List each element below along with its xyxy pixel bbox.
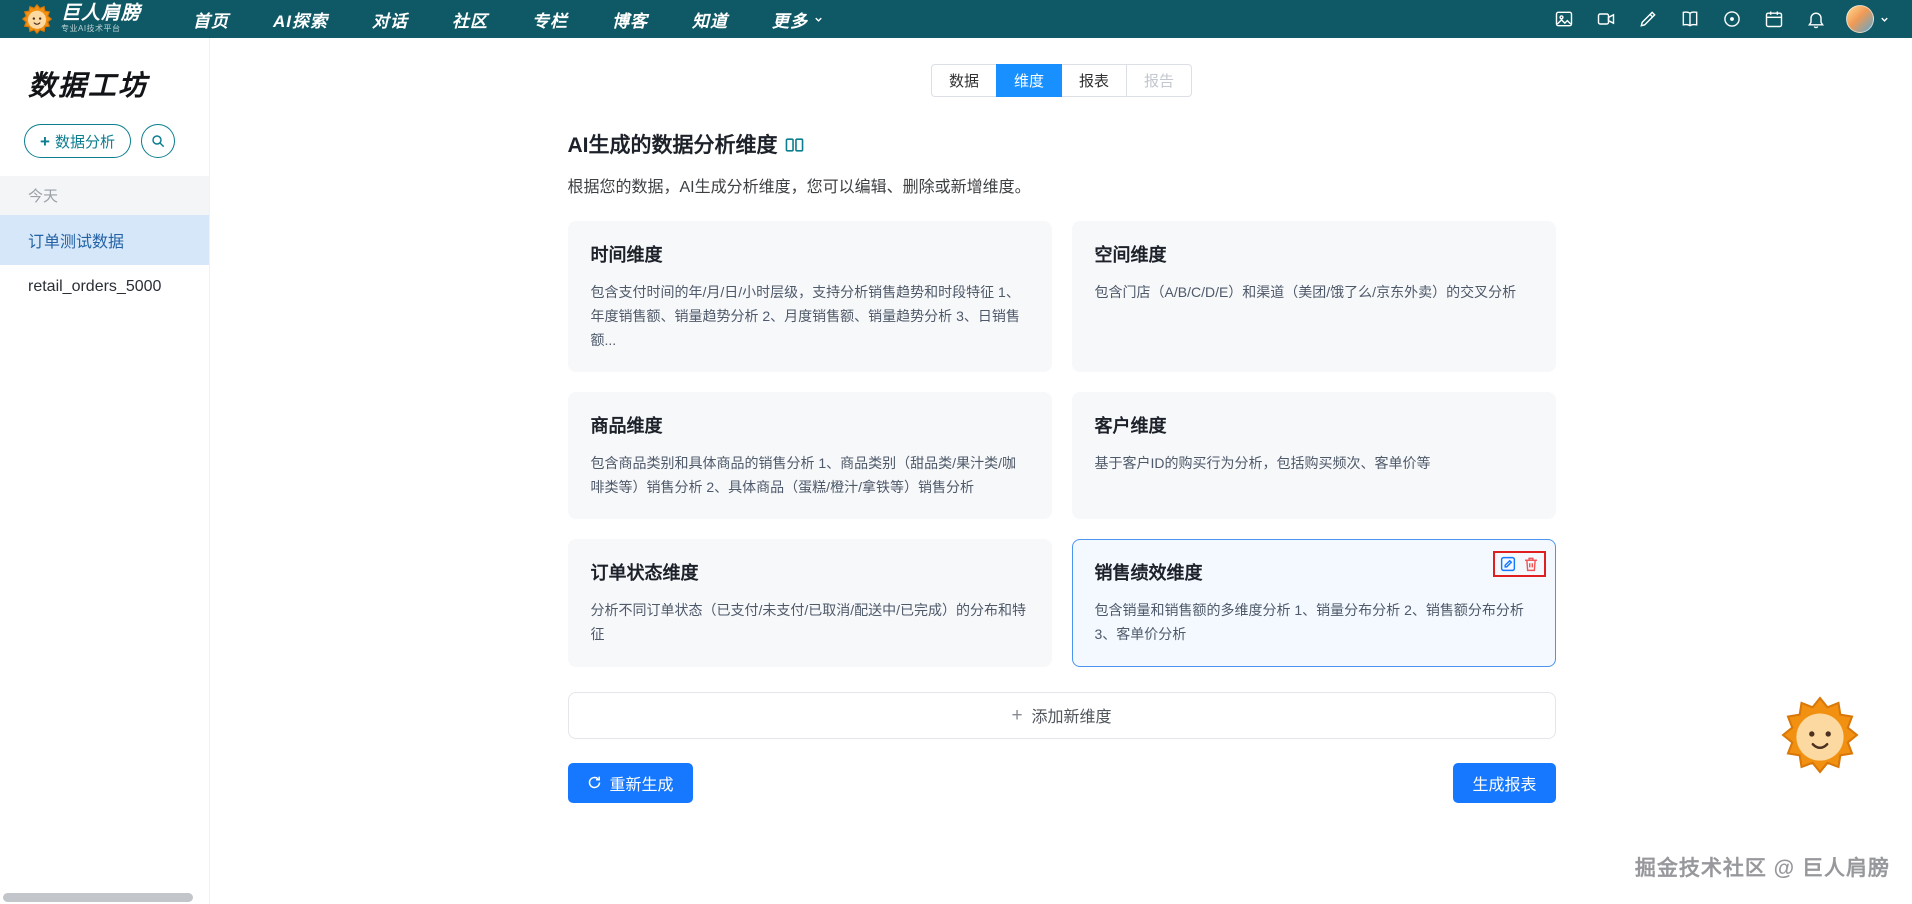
chevron-down-icon: [813, 14, 824, 25]
bell-icon[interactable]: [1804, 8, 1827, 31]
card-actions-highlight-box: [1492, 551, 1546, 578]
edit-icon[interactable]: [1499, 555, 1517, 573]
card-desc: 包含销量和销售额的多维度分析 1、销量分布分析 2、销售额分布分析 3、客单价分…: [1094, 602, 1524, 643]
card-desc: 基于客户ID的购买行为分析，包括购买频次、客单价等: [1094, 455, 1431, 472]
tab-report-table[interactable]: 报表: [1061, 64, 1128, 97]
sidebar: 数据工坊 + 数据分析 今天 订单测试数据 retail_orders_5000: [0, 38, 210, 904]
card-desc: 包含门店（A/B/C/D/E）和渠道（美团/饿了么/京东外卖）的交叉分析: [1094, 284, 1517, 300]
content-area: AI生成的数据分析维度 根据您的数据，AI生成分析维度，您可以编辑、删除或新增维…: [567, 129, 1556, 803]
calendar-icon[interactable]: [1762, 8, 1785, 31]
card-desc: 包含商品类别和具体商品的销售分析 1、商品类别（甜品类/果汁类/咖啡类等）销售分…: [590, 455, 1016, 496]
nav-item-know[interactable]: 知道: [692, 7, 728, 32]
nav-item-blog[interactable]: 博客: [612, 7, 648, 32]
lion-mascot: [1781, 696, 1859, 774]
brand-name: 巨人肩膀: [61, 3, 142, 25]
section-label-today: 今天: [0, 176, 209, 215]
nav-item-more[interactable]: 更多: [772, 7, 824, 32]
card-title: 空间维度: [1094, 245, 1167, 265]
page-title: AI生成的数据分析维度: [567, 134, 778, 157]
sidebar-item-retail-orders[interactable]: retail_orders_5000: [0, 265, 209, 309]
actions-row: 重新生成 生成报表: [567, 762, 1556, 803]
add-dimension-button[interactable]: + 添加新维度: [567, 691, 1556, 739]
dimension-card-order-status[interactable]: 订单状态维度 分析不同订单状态（已支付/未支付/已取消/配送中/已完成）的分布和…: [567, 539, 1052, 667]
card-desc: 分析不同订单状态（已支付/未支付/已取消/配送中/已完成）的分布和特征: [590, 602, 1027, 643]
generate-report-button[interactable]: 生成报表: [1453, 762, 1556, 803]
page-title-row: AI生成的数据分析维度: [568, 129, 1556, 159]
sidebar-item-order-test-data[interactable]: 订单测试数据: [0, 215, 209, 265]
generate-report-label: 生成报表: [1472, 776, 1537, 794]
regenerate-button[interactable]: 重新生成: [567, 762, 693, 803]
dimension-card-sales-performance[interactable]: 销售绩效维度 包含销量和销售额的多维度分析 1、销量分布分析 2、销售额分布分析…: [1071, 539, 1556, 667]
tab-dimension[interactable]: 维度: [995, 64, 1062, 97]
nav-item-column[interactable]: 专栏: [532, 7, 568, 32]
plus-icon: +: [40, 131, 50, 151]
pen-icon[interactable]: [1636, 8, 1659, 31]
navbar-right-tools: [1552, 5, 1890, 33]
dimension-card-product[interactable]: 商品维度 包含商品类别和具体商品的销售分析 1、商品类别（甜品类/果汁类/咖啡类…: [567, 392, 1052, 520]
target-icon[interactable]: [1720, 8, 1743, 31]
app-title: 数据工坊: [28, 70, 149, 101]
chevron-down-icon: [1879, 14, 1890, 25]
search-icon: [150, 133, 166, 149]
brand[interactable]: 巨人肩膀 专业AI技术平台: [22, 4, 141, 34]
delete-icon[interactable]: [1522, 555, 1540, 573]
dimension-card-space[interactable]: 空间维度 包含门店（A/B/C/D/E）和渠道（美团/饿了么/京东外卖）的交叉分…: [1071, 221, 1556, 373]
card-desc: 包含支付时间的年/月/日/小时层级，支持分析销售趋势和时段特征 1、年度销售额、…: [590, 284, 1020, 349]
tabs-row: 数据 维度 报表 报告: [211, 38, 1912, 97]
card-title: 商品维度: [590, 416, 663, 437]
nav-item-chat[interactable]: 对话: [372, 7, 408, 32]
card-title: 销售绩效维度: [1094, 563, 1203, 584]
regenerate-label: 重新生成: [609, 776, 674, 794]
book-icon[interactable]: [1678, 8, 1701, 31]
video-icon[interactable]: [1594, 8, 1617, 31]
refresh-icon: [587, 775, 602, 790]
main-content: 数据 维度 报表 报告 AI生成的数据分析维度 根据您的数据，AI生成分析维度，…: [211, 38, 1912, 904]
card-title: 订单状态维度: [590, 563, 699, 584]
new-analysis-button[interactable]: + 数据分析: [24, 124, 131, 158]
user-menu[interactable]: [1846, 5, 1890, 33]
dimension-cards: 时间维度 包含支付时间的年/月/日/小时层级，支持分析销售趋势和时段特征 1、年…: [567, 221, 1556, 667]
nav-item-community[interactable]: 社区: [452, 7, 488, 32]
nav-item-home[interactable]: 首页: [193, 7, 229, 32]
new-analysis-label: 数据分析: [54, 133, 115, 151]
page-subtitle: 根据您的数据，AI生成分析维度，您可以编辑、删除或新增维度。: [567, 179, 1031, 196]
card-title: 时间维度: [590, 245, 663, 265]
main-nav: 首页 AI探索 对话 社区 专栏 博客 知道 更多: [193, 7, 824, 32]
brand-tagline: 专业AI技术平台: [61, 23, 121, 33]
top-navbar: 巨人肩膀 专业AI技术平台 首页 AI探索 对话 社区 专栏 博客 知道 更多: [0, 0, 1912, 38]
tab-data[interactable]: 数据: [930, 64, 997, 97]
watermark: 掘金技术社区 @ 巨人肩膀: [1634, 857, 1890, 880]
brand-logo-lion-icon: [22, 4, 52, 34]
pages-icon: [785, 137, 804, 153]
horizontal-scrollbar[interactable]: [3, 893, 193, 902]
user-avatar[interactable]: [1846, 5, 1874, 33]
add-dimension-label: 添加新维度: [1031, 709, 1112, 727]
view-tabs: 数据 维度 报表 报告: [930, 64, 1193, 97]
nav-item-ai-explore[interactable]: AI探索: [273, 7, 328, 32]
dimension-card-customer[interactable]: 客户维度 基于客户ID的购买行为分析，包括购买频次、客单价等: [1071, 392, 1556, 520]
tab-report[interactable]: 报告: [1126, 64, 1193, 97]
plus-icon: +: [1011, 704, 1023, 726]
dimension-card-time[interactable]: 时间维度 包含支付时间的年/月/日/小时层级，支持分析销售趋势和时段特征 1、年…: [567, 221, 1052, 373]
card-title: 客户维度: [1094, 416, 1167, 437]
sidebar-actions: + 数据分析: [0, 104, 209, 176]
search-button[interactable]: [140, 124, 175, 158]
image-icon[interactable]: [1552, 8, 1575, 31]
nav-item-more-label: 更多: [772, 11, 809, 31]
